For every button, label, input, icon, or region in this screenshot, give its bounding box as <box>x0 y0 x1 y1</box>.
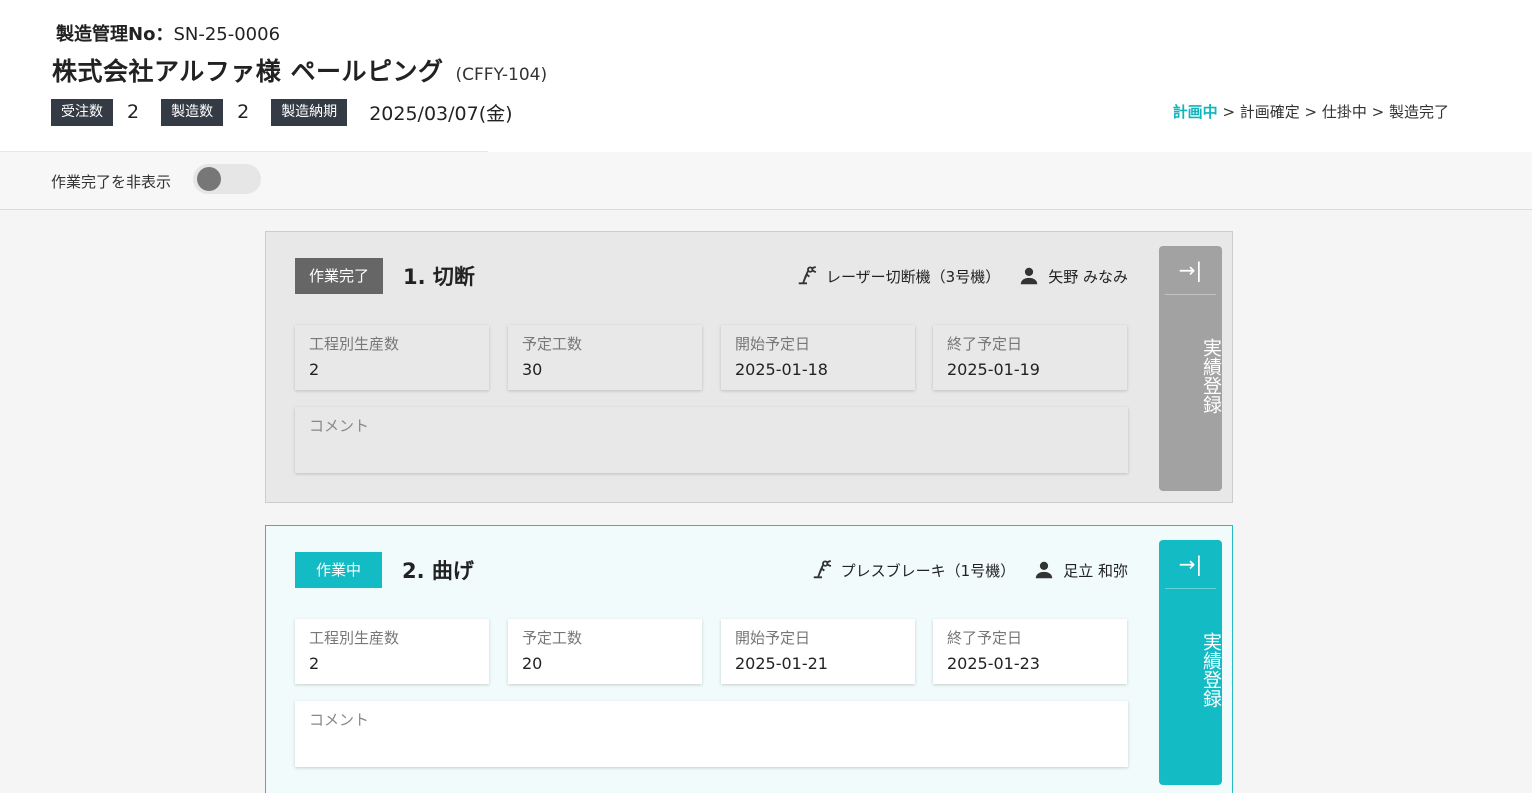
robot-arm-icon <box>813 559 831 579</box>
record-results-button[interactable]: →| 実績登録 <box>1159 246 1222 491</box>
process-name: 1. 切断 <box>403 265 475 289</box>
mfg-qty-tag: 製造数 <box>161 98 224 126</box>
order-qty-tag: 受注数 <box>51 98 113 126</box>
management-number-value: SN-25-0006 <box>173 24 281 45</box>
management-number-label: 製造管理No： <box>56 24 174 45</box>
field-planned-hours: 予定工数 20 <box>508 619 702 684</box>
order-qty-value: 2 <box>127 101 140 123</box>
filter-bar: 作業完了を非表示 <box>0 152 1532 210</box>
worker-name: 矢野 みなみ <box>1048 267 1128 286</box>
field-value: 2025-01-21 <box>735 654 828 673</box>
record-results-button[interactable]: →| 実績登録 <box>1159 540 1222 785</box>
button-divider <box>1165 588 1216 589</box>
field-value: 2 <box>309 654 320 673</box>
card-header: 作業完了 1. 切断 <box>295 258 475 294</box>
management-number: 製造管理No：SN-25-0006 <box>56 20 280 46</box>
field-label: 終了予定日 <box>947 335 1023 353</box>
process-name: 2. 曲げ <box>402 559 474 583</box>
field-label: 工程別生産数 <box>309 629 400 647</box>
due-date-value: 2025/03/07(金) <box>369 102 513 125</box>
process-assignments: プレスブレーキ（1号機） 足立 和弥 <box>811 559 1128 581</box>
field-output-qty: 工程別生産数 2 <box>295 325 489 390</box>
page-header: 製造管理No：SN-25-0006 株式会社アルファ様 ペールピング (CFFY… <box>0 0 1532 152</box>
page-title: 株式会社アルファ様 ペールピング <box>52 57 444 86</box>
person-icon <box>1020 267 1038 285</box>
button-divider <box>1165 294 1216 295</box>
field-label: 終了予定日 <box>947 629 1023 647</box>
status-badge: 作業完了 <box>295 258 384 294</box>
status-current: 計画中 <box>1172 103 1218 121</box>
process-fields: 工程別生産数 2 予定工数 20 開始予定日 2025-01-21 終了予定日 … <box>295 619 1146 684</box>
field-value: 2025-01-19 <box>947 360 1040 379</box>
status-rest: > 計画確定 > 仕掛中 > 製造完了 <box>1217 103 1449 121</box>
hide-done-label: 作業完了を非表示 <box>51 173 172 191</box>
field-start-date: 開始予定日 2025-01-21 <box>721 619 915 684</box>
field-start-date: 開始予定日 2025-01-18 <box>721 325 915 390</box>
product-code: (CFFY-104) <box>455 65 548 85</box>
due-date-tag: 製造納期 <box>271 98 348 126</box>
hide-done-toggle[interactable] <box>193 164 261 194</box>
field-label: 開始予定日 <box>735 629 811 647</box>
comment-field[interactable]: コメント <box>295 407 1128 473</box>
status-badge: 作業中 <box>295 552 383 588</box>
field-end-date: 終了予定日 2025-01-19 <box>933 325 1127 390</box>
process-card-cutting: 作業完了 1. 切断 レーザー切断機（3号機） 矢野 みなみ 工程別生産数 2 … <box>265 231 1233 503</box>
arrow-to-end-icon: →| <box>1178 258 1203 282</box>
record-results-label: 実績登録 <box>1200 632 1222 708</box>
field-label: 予定工数 <box>522 335 583 353</box>
field-value: 2 <box>309 360 320 379</box>
person-icon <box>1035 561 1053 579</box>
field-label: 工程別生産数 <box>309 335 400 353</box>
comment-field[interactable]: コメント <box>295 701 1128 767</box>
toggle-knob <box>197 167 221 191</box>
process-card-bending: 作業中 2. 曲げ プレスブレーキ（1号機） 足立 和弥 工程別生産数 2 予定… <box>265 525 1233 793</box>
process-fields: 工程別生産数 2 予定工数 30 開始予定日 2025-01-18 終了予定日 … <box>295 325 1146 390</box>
status-flow: 計画中 > 計画確定 > 仕掛中 > 製造完了 <box>1173 101 1449 122</box>
robot-arm-icon <box>798 265 817 285</box>
field-planned-hours: 予定工数 30 <box>508 325 702 390</box>
field-value: 20 <box>522 654 543 673</box>
field-end-date: 終了予定日 2025-01-23 <box>933 619 1127 684</box>
worker-name: 足立 和弥 <box>1063 561 1128 580</box>
machine-name: レーザー切断機（3号機） <box>825 267 1001 286</box>
field-output-qty: 工程別生産数 2 <box>295 619 489 684</box>
machine-name: プレスブレーキ（1号機） <box>840 561 1016 580</box>
field-value: 2025-01-18 <box>735 360 828 379</box>
order-meta: 受注数 2 製造数 2 製造納期 2025/03/07(金) <box>51 98 513 126</box>
order-title-row: 株式会社アルファ様 ペールピング (CFFY-104) <box>52 52 547 88</box>
field-value: 2025-01-23 <box>947 654 1040 673</box>
arrow-to-end-icon: →| <box>1178 552 1203 576</box>
field-label: 予定工数 <box>522 629 583 647</box>
process-assignments: レーザー切断機（3号機） 矢野 みなみ <box>796 265 1128 287</box>
record-results-label: 実績登録 <box>1200 338 1222 414</box>
card-header: 作業中 2. 曲げ <box>295 552 474 588</box>
mfg-qty-value: 2 <box>237 101 250 123</box>
field-label: 開始予定日 <box>735 335 811 353</box>
field-value: 30 <box>522 360 543 379</box>
